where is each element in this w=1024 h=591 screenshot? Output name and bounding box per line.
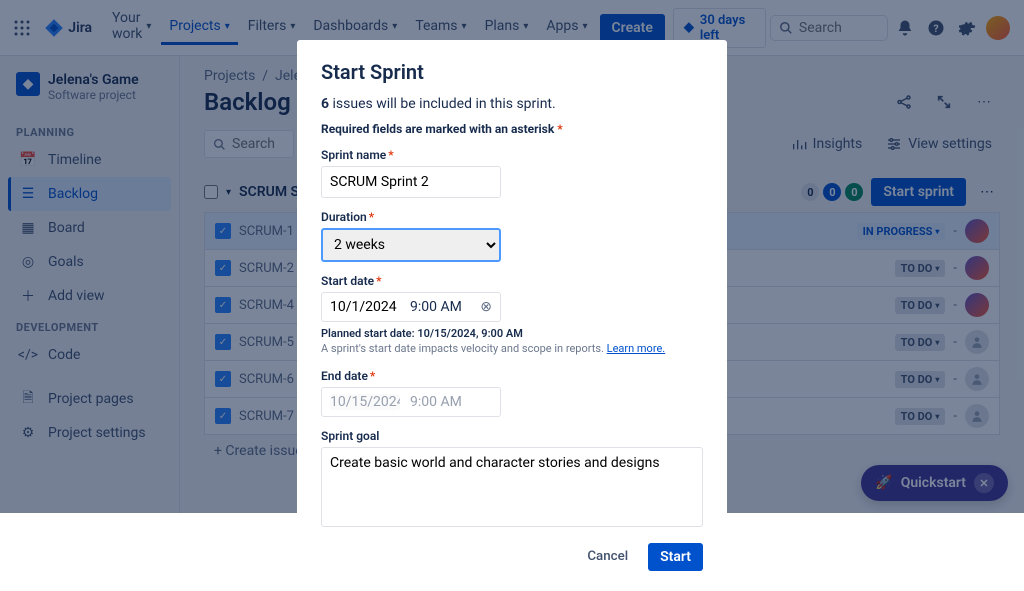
sprint-name-label: Sprint name* (321, 148, 703, 162)
duration-label: Duration* (321, 210, 703, 224)
modal-included: 6 issues will be included in this sprint… (321, 96, 703, 112)
required-note: Required fields are marked with an aster… (321, 122, 703, 136)
modal-title: Start Sprint (321, 60, 703, 84)
sprint-goal-label: Sprint goal (321, 429, 703, 443)
end-date-label: End date* (321, 369, 703, 383)
learn-more-link[interactable]: Learn more. (607, 342, 666, 355)
cancel-button[interactable]: Cancel (577, 543, 638, 571)
modal-overlay: Start Sprint 6 issues will be included i… (0, 0, 1024, 513)
start-sprint-modal: Start Sprint 6 issues will be included i… (297, 40, 727, 591)
sprint-goal-textarea[interactable] (321, 447, 703, 527)
end-date-input[interactable]: 9:00 AM (321, 387, 501, 417)
planned-date-note: Planned start date: 10/15/2024, 9:00 AM … (321, 326, 703, 357)
clear-icon[interactable]: ⊗ (480, 299, 492, 315)
start-date-input[interactable]: 9:00 AM ⊗ (321, 292, 501, 322)
start-button[interactable]: Start (648, 543, 703, 571)
sprint-name-input[interactable] (321, 166, 501, 198)
duration-select[interactable]: 2 weeks (321, 228, 501, 262)
start-date-label: Start date* (321, 274, 703, 288)
